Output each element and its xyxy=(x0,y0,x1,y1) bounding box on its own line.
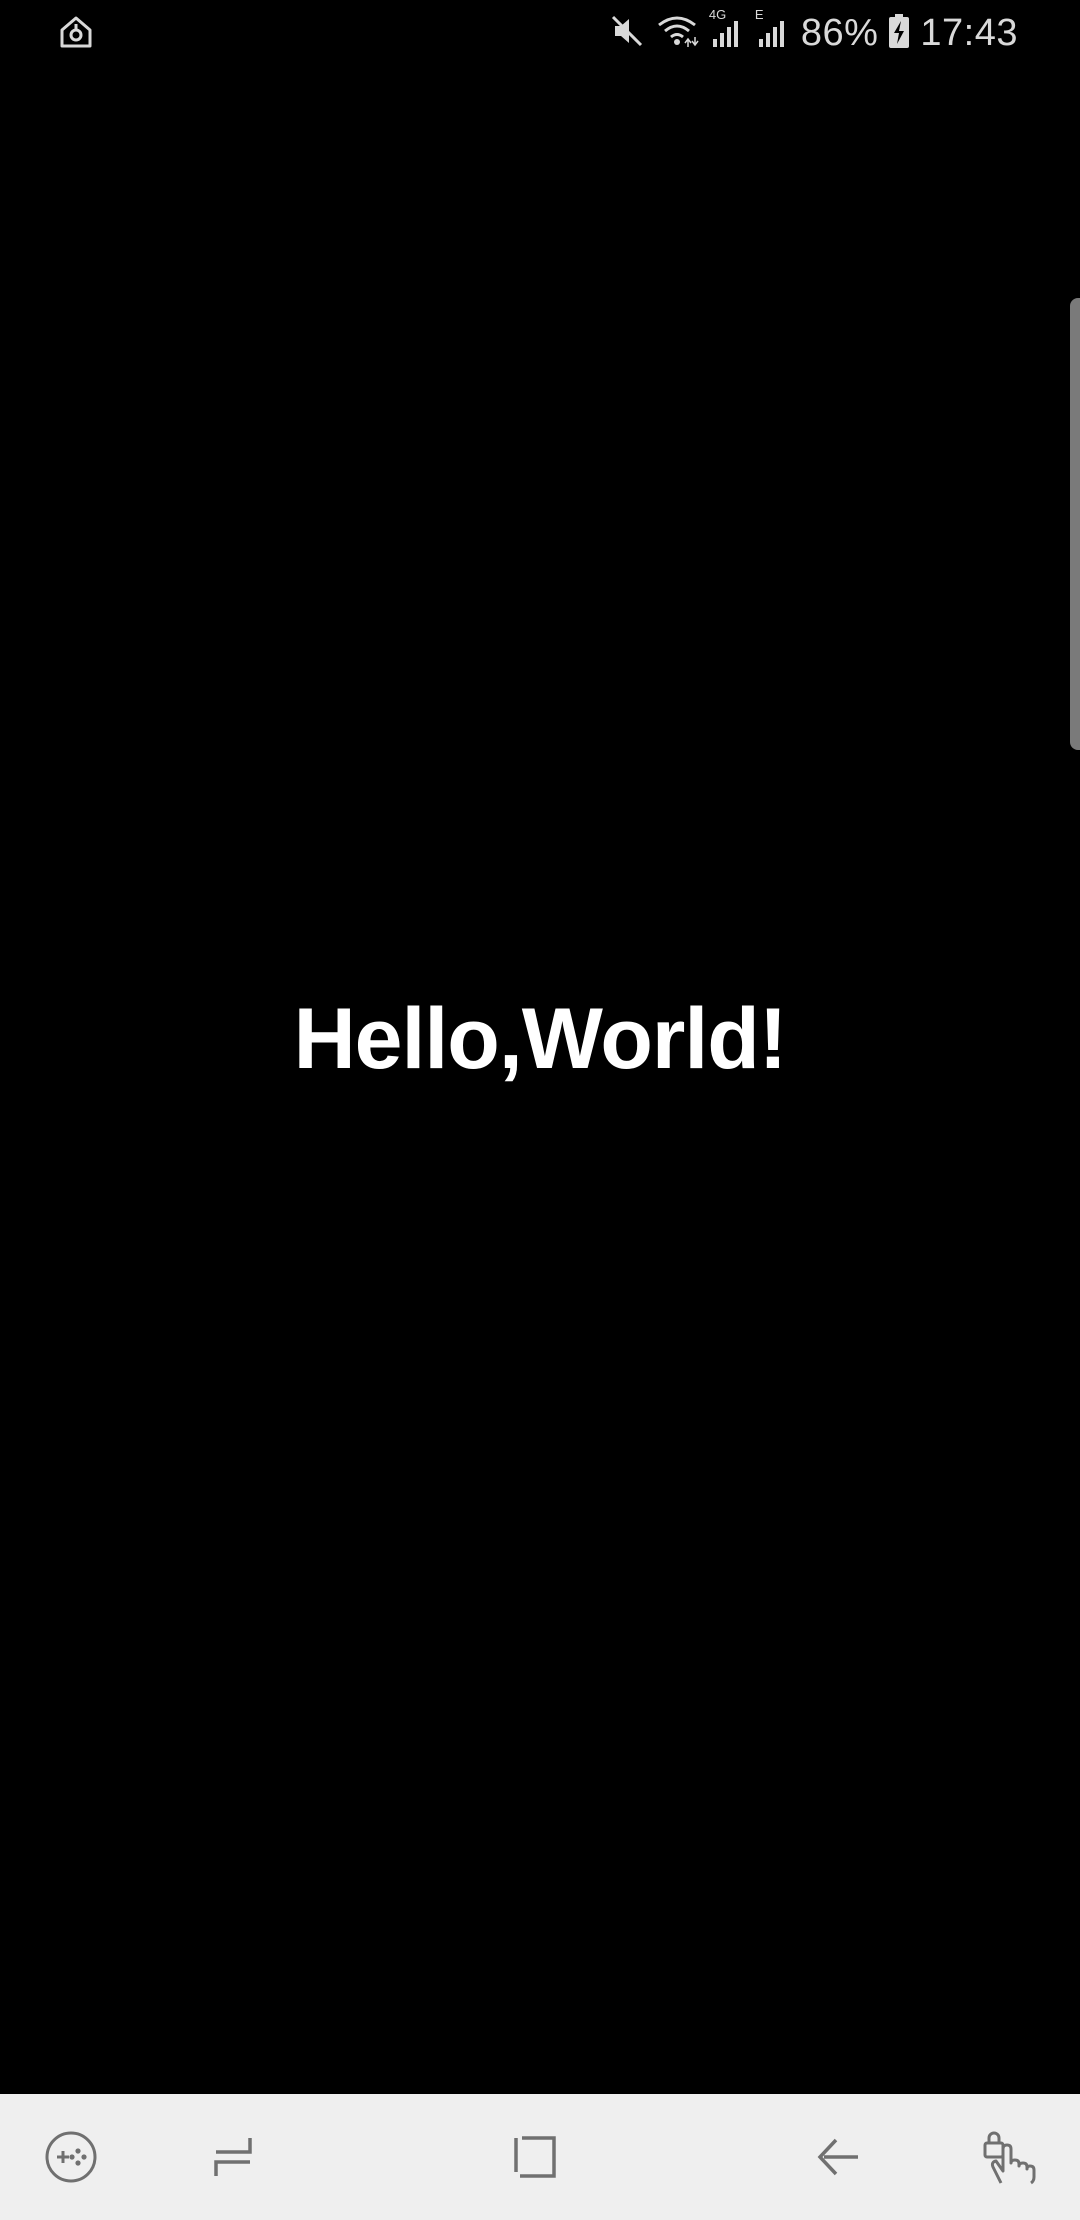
greeting-text: Hello,World! xyxy=(293,991,788,1087)
signal-4g-icon: 4G xyxy=(709,7,745,54)
back-arrow-icon xyxy=(814,2132,864,2182)
network-label: 4G xyxy=(708,6,727,22)
signal-e-icon: E xyxy=(755,7,791,54)
battery-charging-icon xyxy=(888,13,910,54)
app-screen: 4G E 86% 17:43 Hello,World! xyxy=(0,0,1080,2220)
clock: 17:43 xyxy=(920,11,1018,54)
secondary-network-label: E xyxy=(754,6,764,22)
battery-percent: 86% xyxy=(800,11,879,54)
main-content: Hello,World! xyxy=(0,990,1080,1089)
recents-button[interactable] xyxy=(178,2094,288,2220)
navigation-bar xyxy=(0,2094,1080,2220)
status-indicators: 4G E 86% 17:43 xyxy=(609,7,1018,58)
touch-lock-icon xyxy=(979,2127,1039,2187)
recents-icon xyxy=(208,2132,258,2182)
home-square-icon xyxy=(510,2132,560,2182)
game-tools-button[interactable] xyxy=(16,2094,126,2220)
wifi-icon xyxy=(655,13,699,54)
status-bar: 4G E 86% 17:43 xyxy=(0,0,1080,66)
mute-icon xyxy=(609,13,645,54)
gamepad-icon xyxy=(43,2129,99,2185)
edge-panel-handle[interactable] xyxy=(1070,298,1080,750)
home-button[interactable] xyxy=(480,2094,590,2220)
home-screen-icon xyxy=(58,14,94,50)
touch-lock-button[interactable] xyxy=(954,2094,1064,2220)
back-button[interactable] xyxy=(784,2094,894,2220)
